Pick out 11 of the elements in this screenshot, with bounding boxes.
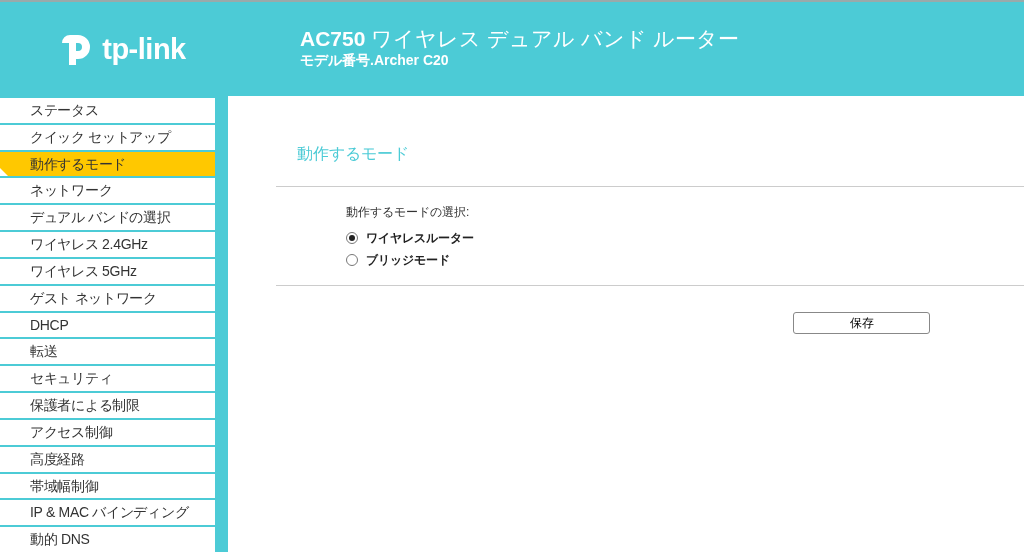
page-heading: 動作するモード: [296, 144, 410, 164]
sidebar-item[interactable]: 動作するモード: [0, 149, 215, 177]
radio-button[interactable]: [346, 254, 358, 266]
model-number: モデル番号.Archer C20: [300, 51, 450, 71]
option-label: ワイヤレスルーター: [366, 230, 474, 247]
save-button[interactable]: 保存: [793, 312, 930, 334]
option-label: ブリッジモード: [366, 252, 450, 269]
field-label: 動作するモードの選択:: [346, 204, 471, 221]
logo-text: tp-link: [102, 34, 186, 64]
router-title: AC750 ワイヤレス デュアル バンド ルーター: [300, 26, 739, 51]
radio-button[interactable]: [346, 232, 358, 244]
